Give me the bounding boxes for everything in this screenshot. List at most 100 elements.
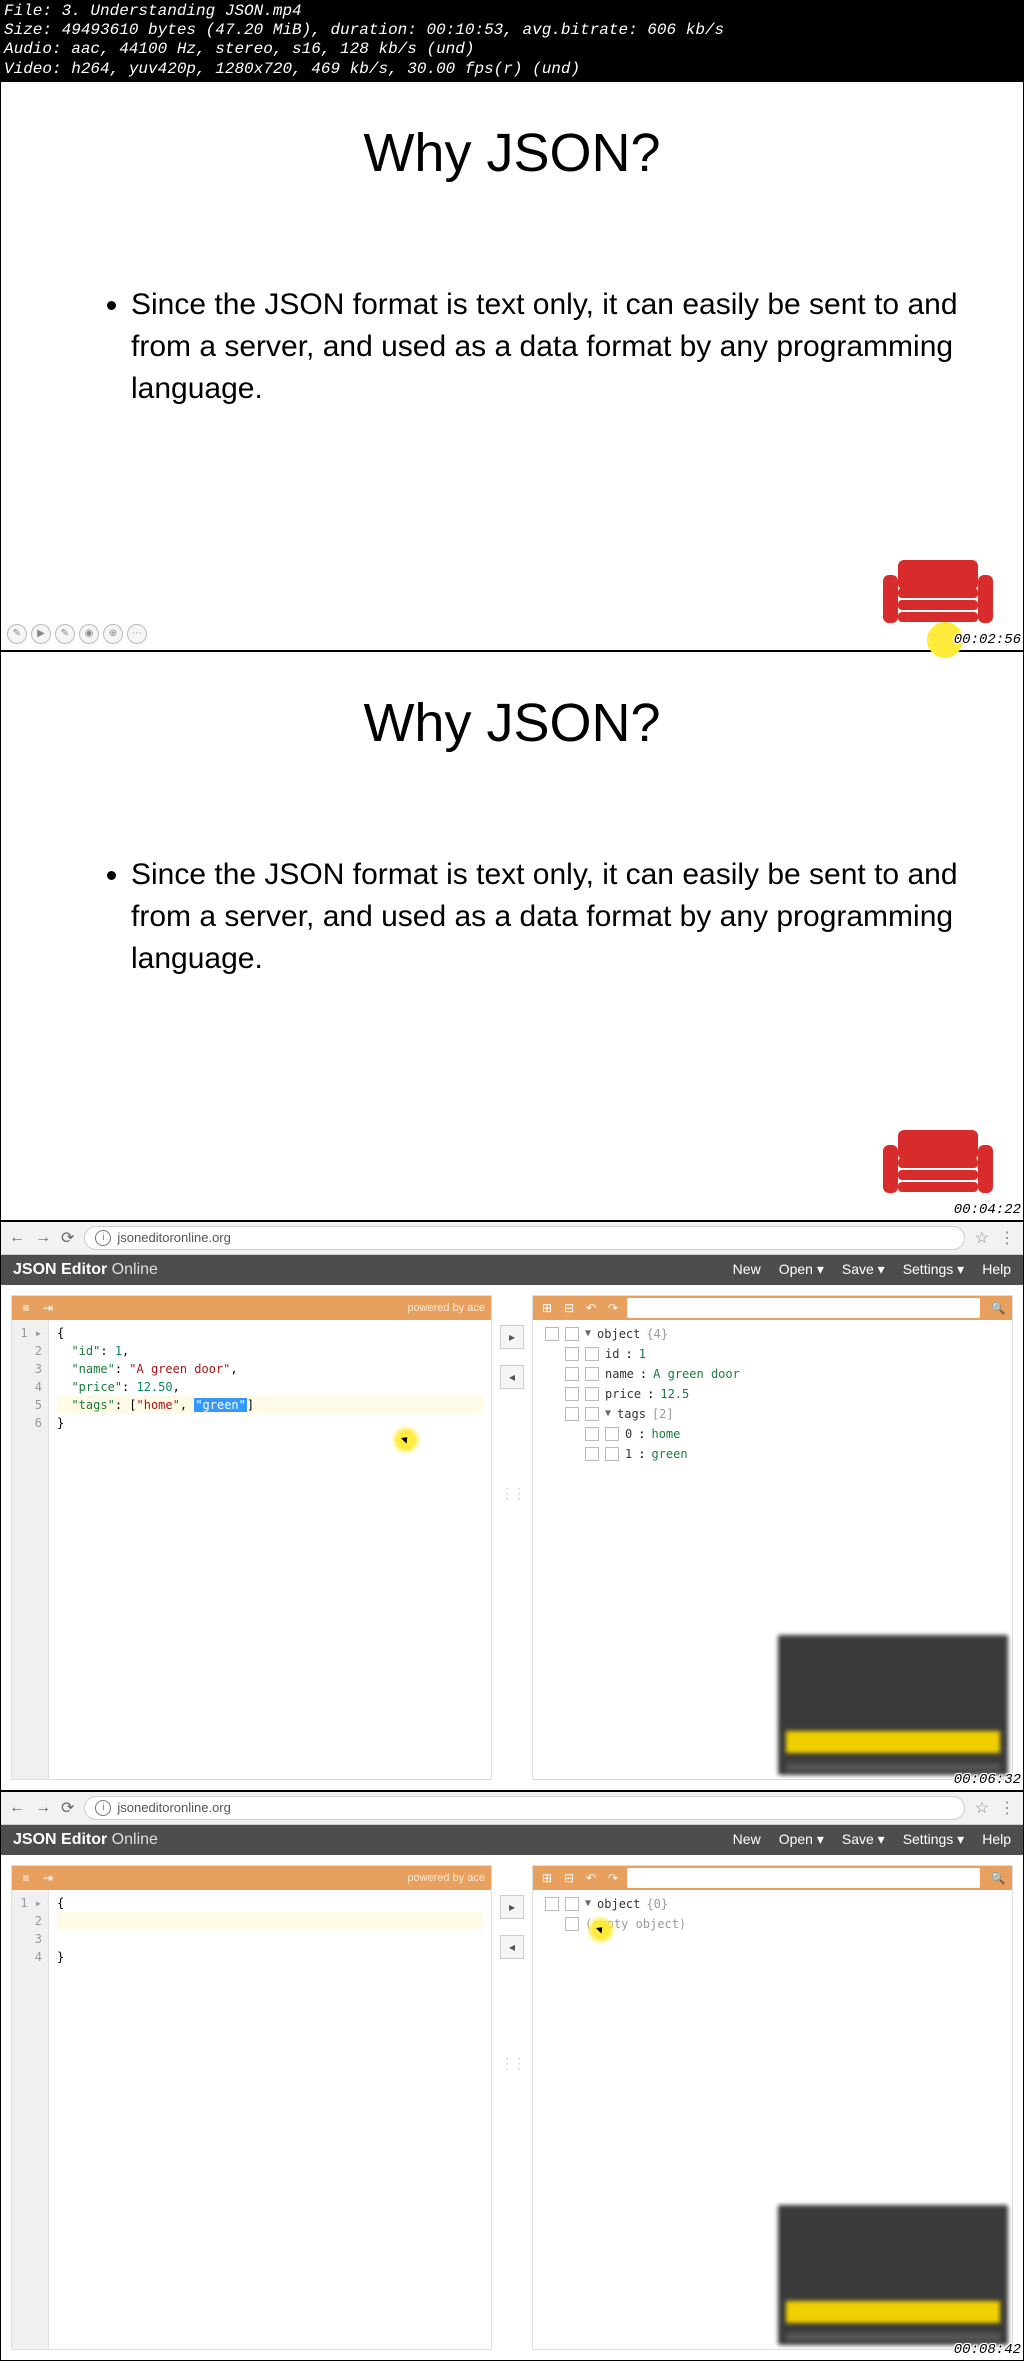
copy-left-button[interactable]: ◂ [500,1935,524,1959]
slide-bullet-item: Since the JSON format is text only, it c… [131,284,973,410]
code-toolbar: ≡ ⇥ powered by ace [12,1296,491,1320]
slide-title: Why JSON? [51,122,973,184]
code-pane: ≡ ⇥ powered by ace 1 ▸234 { } [11,1865,492,2350]
address-bar[interactable]: i jsoneditoronline.org [84,1796,964,1820]
app-header: JSON Editor Online New Open ▾ Save ▾ Set… [1,1255,1023,1285]
url-text: jsoneditoronline.org [117,1800,230,1815]
globe-icon[interactable]: ◉ [79,624,99,644]
tree-toolbar: ⊞ ⊟ ↶ ↷ 🔍 [533,1866,1012,1890]
compact-icon[interactable]: ⇥ [40,1300,56,1316]
slide-bullet-list: Since the JSON format is text only, it c… [91,284,973,410]
app-title: JSON Editor Online [13,1831,158,1849]
more-icon[interactable]: ⋯ [127,624,147,644]
code-content[interactable]: { } [49,1890,491,2349]
video-metadata: File: 3. Understanding JSON.mp4 Size: 49… [0,0,1024,81]
menu-new[interactable]: New [733,1831,761,1848]
back-button[interactable]: ← [9,1799,25,1817]
meta-file: File: 3. Understanding JSON.mp4 [4,2,1020,21]
undo-icon[interactable]: ↶ [583,1870,599,1886]
search-input[interactable] [627,1298,980,1318]
presentation-controls: ✎ ▶ ✎ ◉ ⊕ ⋯ [7,624,147,644]
reload-button[interactable]: ⟳ [61,1798,74,1818]
site-info-icon[interactable]: i [95,1800,111,1816]
zoom-icon[interactable]: ⊕ [103,624,123,644]
slide-bullet-item: Since the JSON format is text only, it c… [131,854,973,980]
app-menu: New Open ▾ Save ▾ Settings ▾ Help [733,1831,1011,1848]
forward-button[interactable]: → [35,1799,51,1817]
copy-left-button[interactable]: ◂ [500,1365,524,1389]
browser-toolbar: ← → ⟳ i jsoneditoronline.org ☆ ⋮ [1,1222,1023,1255]
resize-handle[interactable]: ⋮⋮ [500,1485,524,1502]
expand-icon[interactable]: ⊞ [539,1300,555,1316]
code-line: { [57,1894,483,1912]
meta-audio: Audio: aac, 44100 Hz, stereo, s16, 128 k… [4,40,1020,59]
back-button[interactable]: ← [9,1229,25,1247]
couch-logo-icon [878,1120,998,1200]
redo-icon[interactable]: ↷ [605,1300,621,1316]
menu-icon[interactable]: ⋮ [999,1798,1015,1818]
collapse-icon[interactable]: ⊟ [561,1300,577,1316]
code-line: } [57,1948,483,1966]
tree-toolbar: ⊞ ⊟ ↶ ↷ 🔍 [533,1296,1012,1320]
expand-icon[interactable]: ⊞ [539,1870,555,1886]
code-content[interactable]: { "id": 1, "name": "A green door", "pric… [49,1320,491,1779]
code-line: } [57,1414,483,1432]
menu-open[interactable]: Open ▾ [779,1831,824,1848]
video-frame-4: ← → ⟳ i jsoneditoronline.org ☆ ⋮ JSON Ed… [0,1791,1024,2361]
frame-timestamp: 00:04:22 [954,1202,1021,1218]
cursor-highlight [586,1915,616,1945]
compact-icon[interactable]: ⇥ [40,1870,56,1886]
play-icon[interactable]: ▶ [31,624,51,644]
search-input[interactable] [627,1868,980,1888]
format-icon[interactable]: ≡ [18,1300,34,1316]
bookmark-icon[interactable]: ☆ [975,1228,989,1248]
frame-timestamp: 00:08:42 [954,2342,1021,2358]
highlight-icon[interactable]: ✎ [55,624,75,644]
site-info-icon[interactable]: i [95,1230,111,1246]
menu-help[interactable]: Help [982,1261,1011,1278]
code-editor[interactable]: 1 ▸234 { } [12,1890,491,2349]
app-title: JSON Editor Online [13,1261,158,1279]
menu-icon[interactable]: ⋮ [999,1228,1015,1248]
menu-save[interactable]: Save ▾ [842,1261,885,1278]
format-icon[interactable]: ≡ [18,1870,34,1886]
search-icon[interactable]: 🔍 [990,1870,1006,1886]
video-frame-2: Why JSON? Since the JSON format is text … [0,651,1024,1221]
frame-timestamp: 00:06:32 [954,1772,1021,1788]
undo-icon[interactable]: ↶ [583,1300,599,1316]
code-line: "tags": ["home", "green"] [57,1396,483,1414]
code-editor[interactable]: 1 ▸23456 { "id": 1, "name": "A green doo… [12,1320,491,1779]
code-line: { [57,1324,483,1342]
search-icon[interactable]: 🔍 [990,1300,1006,1316]
collapse-icon[interactable]: ⊟ [561,1870,577,1886]
overlay-popup [778,1635,1008,1775]
app-menu: New Open ▾ Save ▾ Settings ▾ Help [733,1261,1011,1278]
code-pane: ≡ ⇥ powered by ace 1 ▸23456 { "id": 1, "… [11,1295,492,1780]
cursor-highlight [391,1425,421,1455]
menu-settings[interactable]: Settings ▾ [903,1261,965,1278]
code-toolbar: ≡ ⇥ powered by ace [12,1866,491,1890]
menu-settings[interactable]: Settings ▾ [903,1831,965,1848]
copy-right-button[interactable]: ▸ [500,1325,524,1349]
line-gutter: 1 ▸23456 [12,1320,49,1779]
resize-handle[interactable]: ⋮⋮ [500,2055,524,2072]
code-line [57,1912,483,1930]
browser-toolbar: ← → ⟳ i jsoneditoronline.org ☆ ⋮ [1,1792,1023,1825]
frame-timestamp: 00:02:56 [954,632,1021,648]
menu-save[interactable]: Save ▾ [842,1831,885,1848]
code-line [57,1930,483,1948]
bookmark-icon[interactable]: ☆ [975,1798,989,1818]
redo-icon[interactable]: ↷ [605,1870,621,1886]
reload-button[interactable]: ⟳ [61,1228,74,1248]
address-bar[interactable]: i jsoneditoronline.org [84,1226,964,1250]
menu-help[interactable]: Help [982,1831,1011,1848]
overlay-popup [778,2205,1008,2345]
meta-video: Video: h264, yuv420p, 1280x720, 469 kb/s… [4,60,1020,79]
menu-new[interactable]: New [733,1261,761,1278]
code-line: "id": 1, [57,1342,483,1360]
forward-button[interactable]: → [35,1229,51,1247]
pen-icon[interactable]: ✎ [7,624,27,644]
menu-open[interactable]: Open ▾ [779,1261,824,1278]
copy-right-button[interactable]: ▸ [500,1895,524,1919]
video-frame-1: Why JSON? Since the JSON format is text … [0,81,1024,651]
